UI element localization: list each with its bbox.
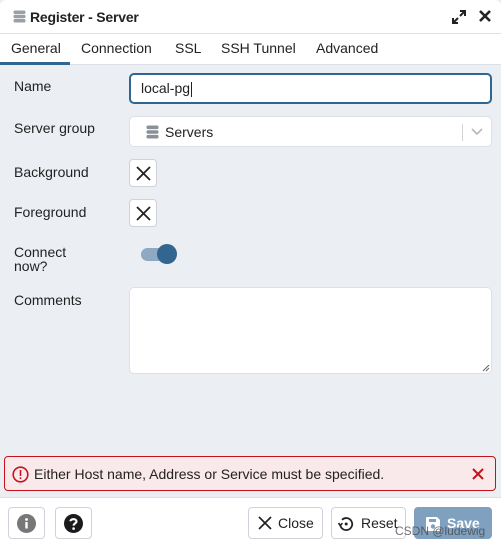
reset-button-label: Reset bbox=[361, 515, 398, 531]
close-icon[interactable] bbox=[471, 467, 485, 481]
server-group-label: Server group bbox=[14, 120, 95, 136]
info-icon bbox=[17, 514, 36, 533]
error-icon bbox=[12, 466, 29, 483]
name-input[interactable]: local-pg bbox=[129, 73, 492, 104]
connect-now-label-line2: now? bbox=[14, 258, 48, 274]
name-value: local-pg bbox=[141, 80, 191, 96]
text-caret bbox=[191, 81, 193, 97]
connect-now-label-line1: Connect bbox=[14, 244, 67, 260]
error-banner: Either Host name, Address or Service mus… bbox=[4, 456, 496, 491]
dialog-title: Register - Server bbox=[30, 9, 139, 25]
tab-connection[interactable]: Connection bbox=[81, 40, 152, 56]
tab-bar: General Connection SSL SSH Tunnel Advanc… bbox=[0, 34, 501, 65]
help-button[interactable] bbox=[55, 507, 92, 539]
name-label: Name bbox=[14, 78, 52, 94]
toggle-knob bbox=[157, 244, 177, 264]
foreground-label: Foreground bbox=[14, 204, 87, 220]
chevron-down-icon[interactable] bbox=[470, 127, 484, 137]
server-group-icon bbox=[146, 125, 159, 139]
error-message: Either Host name, Address or Service mus… bbox=[34, 466, 385, 482]
comments-label: Comments bbox=[14, 292, 82, 308]
tab-ssl[interactable]: SSL bbox=[175, 40, 201, 56]
dialog-footer: Close Reset Save CSDN @ludewig bbox=[0, 497, 501, 547]
foreground-color-picker[interactable] bbox=[129, 199, 157, 227]
dialog-titlebar[interactable]: Register - Server bbox=[0, 0, 501, 34]
tab-general[interactable]: General bbox=[11, 40, 61, 56]
tab-advanced[interactable]: Advanced bbox=[316, 40, 378, 56]
expand-icon[interactable] bbox=[452, 10, 466, 24]
watermark: CSDN @ludewig bbox=[395, 524, 486, 538]
active-tab-indicator bbox=[0, 62, 70, 65]
info-button[interactable] bbox=[8, 507, 45, 539]
background-label: Background bbox=[14, 164, 89, 180]
server-group-select[interactable]: Servers bbox=[129, 116, 492, 147]
close-icon[interactable] bbox=[478, 9, 492, 23]
close-icon bbox=[258, 516, 272, 530]
server-group-value: Servers bbox=[165, 124, 214, 140]
connect-now-toggle[interactable] bbox=[140, 244, 178, 264]
background-color-picker[interactable] bbox=[129, 159, 157, 187]
resize-grip-icon[interactable] bbox=[482, 364, 490, 372]
select-separator bbox=[462, 124, 463, 141]
close-button-label: Close bbox=[278, 515, 314, 531]
close-button[interactable]: Close bbox=[248, 507, 323, 539]
server-group-icon bbox=[13, 10, 26, 23]
no-color-x-icon bbox=[136, 166, 151, 181]
reset-icon bbox=[337, 517, 354, 531]
no-color-x-icon bbox=[136, 206, 151, 221]
tab-ssh-tunnel[interactable]: SSH Tunnel bbox=[221, 40, 296, 56]
comments-textarea[interactable] bbox=[129, 287, 492, 374]
help-icon bbox=[64, 514, 83, 533]
register-server-dialog: Register - Server General Connection SSL… bbox=[0, 0, 501, 547]
